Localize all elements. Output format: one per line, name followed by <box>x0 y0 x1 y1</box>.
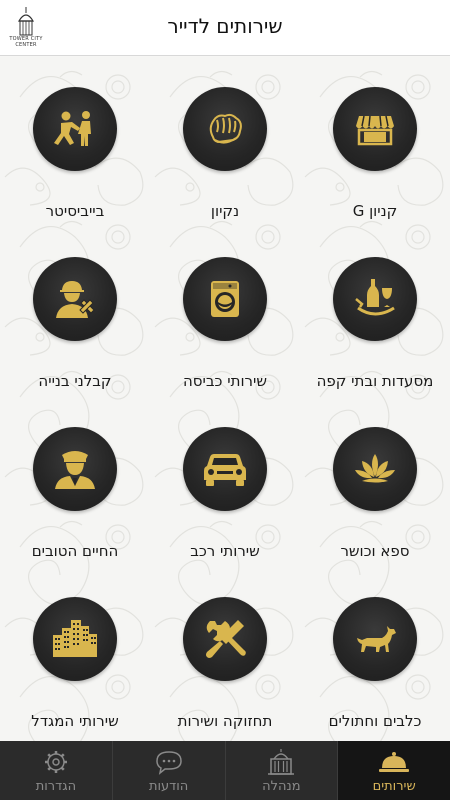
service-circle <box>33 257 117 341</box>
tab-messages[interactable]: הודעות <box>111 741 225 800</box>
service-circle <box>333 87 417 171</box>
tools-icon <box>206 620 246 658</box>
tab-settings[interactable]: הגדרות <box>0 741 112 800</box>
cleaning-sponge-icon <box>209 113 242 144</box>
services-area: קניון G נקיון בייביסיטר מסעדות ובתי קפה … <box>0 57 450 741</box>
service-circle <box>183 427 267 511</box>
service-tile-maintenance[interactable]: תחזוקה ושירות <box>150 567 300 737</box>
service-circle <box>333 257 417 341</box>
tab-label: שירותים <box>372 779 416 794</box>
service-circle <box>33 87 117 171</box>
tab-services[interactable]: שירותים <box>337 741 450 800</box>
service-tile-babysitter[interactable]: בייביסיטר <box>0 57 150 227</box>
service-circle <box>333 597 417 681</box>
service-tile-restaurants[interactable]: מסעדות ובתי קפה <box>300 227 450 397</box>
gear-icon <box>44 751 67 773</box>
service-label: תחזוקה ושירות <box>177 712 273 730</box>
tab-label: הגדרות <box>35 779 77 794</box>
service-tile-pets[interactable]: כלבים וחתולים <box>300 567 450 737</box>
doorman-icon <box>55 451 95 489</box>
service-circle <box>183 257 267 341</box>
service-circle <box>183 597 267 681</box>
service-label: שירותי רכב <box>190 542 260 560</box>
page-title: שירותים לדייר <box>167 14 283 38</box>
service-circle <box>333 427 417 511</box>
service-tile-car[interactable]: שירותי רכב <box>150 397 300 567</box>
car-icon <box>204 454 246 486</box>
washing-machine-icon <box>211 281 239 317</box>
service-label: בייביסיטר <box>45 202 105 220</box>
storefront-icon <box>356 115 394 146</box>
tab-label: מנהלה <box>262 779 301 794</box>
service-label: קבלני בנייה <box>38 372 112 390</box>
service-label: קניון G <box>352 202 398 220</box>
dog-icon <box>357 626 396 652</box>
logo-line2: CENTER <box>15 42 37 48</box>
services-grid: קניון G נקיון בייביסיטר מסעדות ובתי קפה … <box>0 57 450 741</box>
chat-bubble-icon <box>155 751 182 775</box>
service-circle <box>183 87 267 171</box>
babysitter-icon <box>54 111 91 146</box>
service-tile-cleaning[interactable]: נקיון <box>150 57 300 227</box>
service-label: שירותי המגדל <box>31 712 119 730</box>
header: TOWER CITY CENTER שירותים לדייר <box>0 0 450 56</box>
tab-label: הודעות <box>148 779 189 794</box>
app-root: TOWER CITY CENTER שירותים לדייר קניון G … <box>0 0 450 800</box>
restaurant-bottle-icon <box>355 279 395 316</box>
service-label: החיים הטובים <box>31 542 119 560</box>
construction-worker-icon <box>56 281 95 318</box>
lotus-icon <box>355 454 395 483</box>
service-tile-spa[interactable]: ספא וכושר <box>300 397 450 567</box>
service-label: מסעדות ובתי קפה <box>316 372 434 390</box>
buildings-icon <box>53 620 97 657</box>
service-tile-good-life[interactable]: החיים הטובים <box>0 397 150 567</box>
service-label: נקיון <box>210 202 240 220</box>
service-tile-tower[interactable]: שירותי המגדל <box>0 567 150 737</box>
service-circle <box>33 427 117 511</box>
service-label: כלבים וחתולים <box>328 712 422 730</box>
service-tile-laundry[interactable]: שירותי כביסה <box>150 227 300 397</box>
service-circle <box>33 597 117 681</box>
service-label: שירותי כביסה <box>182 372 267 390</box>
tab-bar: הגדרות הודעות מנהלה שירותים <box>0 741 450 800</box>
service-tile-contractors[interactable]: קבלני בנייה <box>0 227 150 397</box>
service-bell-icon <box>379 752 410 772</box>
service-tile-mall[interactable]: קניון G <box>300 57 450 227</box>
tab-management[interactable]: מנהלה <box>224 741 338 800</box>
building-dome-icon <box>268 749 295 775</box>
service-label: ספא וכושר <box>340 542 410 560</box>
